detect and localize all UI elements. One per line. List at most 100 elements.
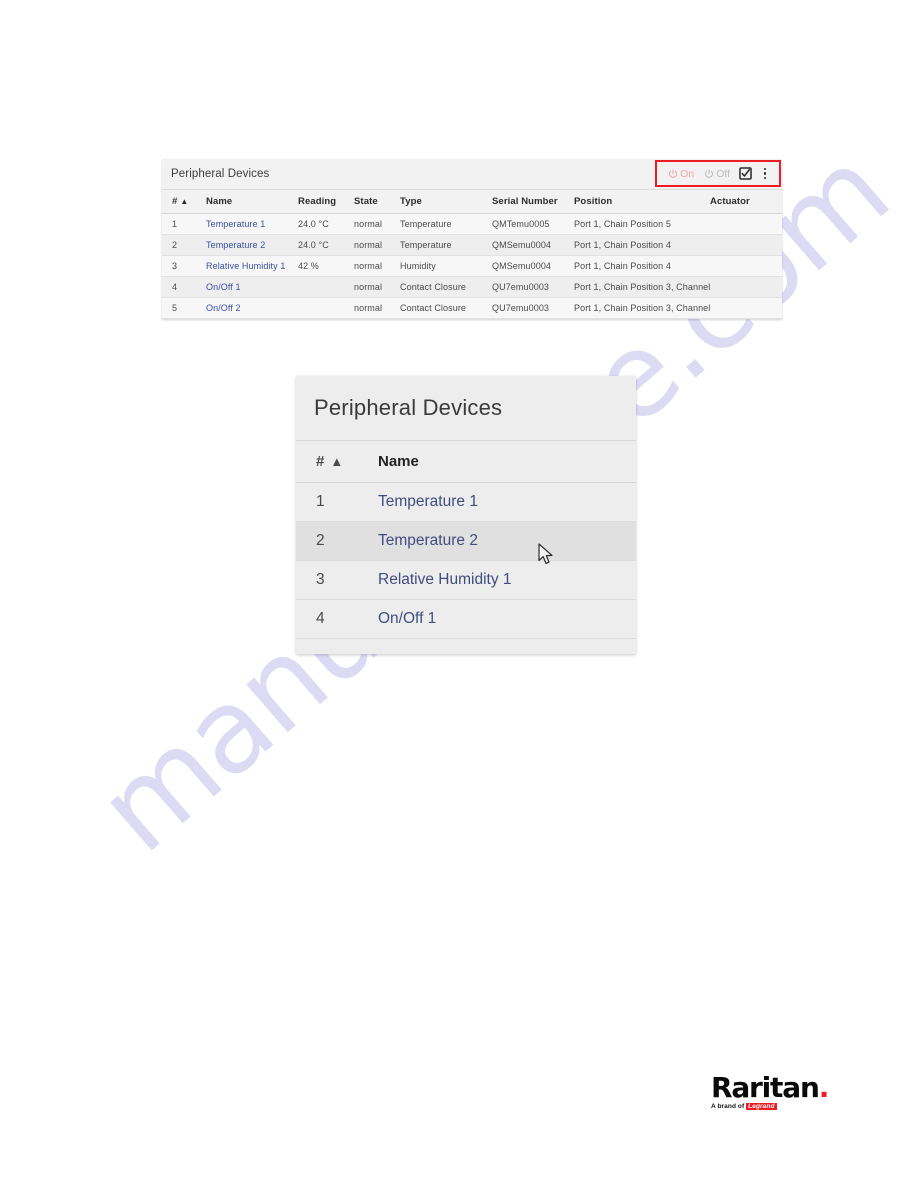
device-link[interactable]: Temperature 2 xyxy=(206,240,265,250)
cell-serial-number: QMTemu0005 xyxy=(492,213,574,235)
cell-state: normal xyxy=(354,213,400,235)
sort-ascending-icon: ▲ xyxy=(180,197,189,206)
table-header: # ▲ Name Reading State Type Serial Number… xyxy=(162,190,782,214)
column-header-state[interactable]: State xyxy=(354,190,400,214)
cell-number: 1 xyxy=(162,213,206,235)
column-header-position[interactable]: Position xyxy=(574,190,710,214)
cell-name[interactable]: Relative Humidity 1 xyxy=(206,255,298,277)
kebab-menu-icon xyxy=(757,163,773,184)
zoom-table-row[interactable]: 3 Relative Humidity 1 xyxy=(296,560,636,600)
checkbox-checked-icon xyxy=(738,167,752,180)
cell-number: 5 xyxy=(162,297,206,319)
table-row[interactable]: 5 On/Off 2 normal Contact Closure QU7emu0003… xyxy=(162,297,782,319)
peripheral-devices-zoom-panel: Peripheral Devices # ▲ Name 1 Temperature … xyxy=(296,376,636,654)
cell-serial-number: QU7emu0003 xyxy=(492,276,574,298)
select-all-button[interactable] xyxy=(735,163,755,184)
switch-on-button[interactable]: On xyxy=(663,163,699,184)
table-body: 1 Temperature 1 24.0 °C normal Temperature QM… xyxy=(162,213,782,319)
cell-position: Port 1, Chain Position 3, Channel 1 xyxy=(574,276,710,298)
cell-actuator xyxy=(710,234,782,256)
peripheral-devices-table: # ▲ Name Reading State Type Serial Number… xyxy=(162,190,782,319)
table-row[interactable]: 4 On/Off 1 normal Contact Closure QU7emu0003… xyxy=(162,276,782,298)
cell-state: normal xyxy=(354,255,400,277)
cell-state: normal xyxy=(354,297,400,319)
cell-serial-number: QMSemu0004 xyxy=(492,234,574,256)
zoom-column-header-number[interactable]: # ▲ xyxy=(296,441,378,483)
raritan-wordmark: Raritan. xyxy=(711,1074,829,1102)
switch-off-button[interactable]: Off xyxy=(699,163,735,184)
zoom-column-header-name[interactable]: Name xyxy=(378,441,636,483)
zoom-cell-name[interactable]: On/Off 1 xyxy=(378,599,636,639)
column-header-name[interactable]: Name xyxy=(206,190,298,214)
table-row[interactable]: 2 Temperature 2 24.0 °C normal Temperature QM… xyxy=(162,234,782,256)
column-header-reading[interactable]: Reading xyxy=(298,190,354,214)
cell-name[interactable]: On/Off 1 xyxy=(206,276,298,298)
zoom-panel-title: Peripheral Devices xyxy=(314,395,503,420)
cell-reading xyxy=(298,297,354,319)
device-link[interactable]: On/Off 1 xyxy=(206,282,241,292)
table-header-row: # ▲ Name Reading State Type Serial Number… xyxy=(162,190,782,214)
column-header-number[interactable]: # ▲ xyxy=(162,190,206,214)
cell-number: 2 xyxy=(162,234,206,256)
cell-state: normal xyxy=(354,234,400,256)
column-header-type[interactable]: Type xyxy=(400,190,492,214)
cell-reading xyxy=(298,276,354,298)
cell-actuator xyxy=(710,255,782,277)
cell-reading: 42 % xyxy=(298,255,354,277)
peripheral-devices-panel: Peripheral Devices On Off # ▲ Name Readi… xyxy=(162,159,782,319)
panel-title: Peripheral Devices xyxy=(171,168,270,180)
zoom-cell-number: 2 xyxy=(296,521,378,561)
zoom-table-row[interactable]: 1 Temperature 1 xyxy=(296,482,636,522)
cell-type: Humidity xyxy=(400,255,492,277)
cell-actuator xyxy=(710,276,782,298)
panel-header: Peripheral Devices On Off xyxy=(162,159,782,190)
cell-reading: 24.0 °C xyxy=(298,213,354,235)
raritan-wordmark-text: Raritan xyxy=(711,1071,820,1104)
zoom-table-header-row: # ▲ Name xyxy=(296,441,636,483)
zoom-table-row[interactable]: 2 Temperature 2 xyxy=(296,521,636,561)
cell-position: Port 1, Chain Position 4 xyxy=(574,234,710,256)
cell-type: Temperature xyxy=(400,213,492,235)
zoom-table-row[interactable]: 4 On/Off 1 xyxy=(296,599,636,639)
raritan-tagline: A brand of Legrand xyxy=(711,1103,811,1110)
device-link[interactable]: Relative Humidity 1 xyxy=(206,261,285,271)
legrand-brand: Legrand xyxy=(746,1103,777,1110)
zoom-table-header: # ▲ Name xyxy=(296,441,636,483)
cell-position: Port 1, Chain Position 3, Channel 2 xyxy=(574,297,710,319)
cell-position: Port 1, Chain Position 5 xyxy=(574,213,710,235)
cell-state: normal xyxy=(354,276,400,298)
cell-type: Contact Closure xyxy=(400,276,492,298)
more-options-button[interactable] xyxy=(755,163,775,184)
zoom-cell-name[interactable]: Relative Humidity 1 xyxy=(378,560,636,600)
cell-name[interactable]: Temperature 1 xyxy=(206,213,298,235)
cell-serial-number: QU7emu0003 xyxy=(492,297,574,319)
zoom-cell-name[interactable]: Temperature 1 xyxy=(378,482,636,522)
tagline-prefix: A brand of xyxy=(711,1103,745,1110)
power-icon xyxy=(704,168,714,179)
cell-type: Temperature xyxy=(400,234,492,256)
cell-actuator xyxy=(710,297,782,319)
zoom-devices-table: # ▲ Name 1 Temperature 1 2 Temperature 2 3 Rel… xyxy=(296,441,636,639)
cell-name[interactable]: Temperature 2 xyxy=(206,234,298,256)
power-icon xyxy=(668,168,678,179)
cell-position: Port 1, Chain Position 4 xyxy=(574,255,710,277)
raritan-logo: Raritan. A brand of Legrand xyxy=(711,1074,829,1110)
panel-toolbar: On Off xyxy=(655,160,781,187)
column-header-actuator[interactable]: Actuator xyxy=(710,190,782,214)
zoom-cell-number: 1 xyxy=(296,482,378,522)
cell-actuator xyxy=(710,213,782,235)
switch-on-label: On xyxy=(680,167,695,180)
device-link[interactable]: Temperature 1 xyxy=(206,219,265,229)
cell-number: 3 xyxy=(162,255,206,277)
zoom-panel-header: Peripheral Devices xyxy=(296,376,636,441)
sort-ascending-icon: ▲ xyxy=(330,454,344,469)
device-link[interactable]: On/Off 2 xyxy=(206,303,241,313)
cell-number: 4 xyxy=(162,276,206,298)
zoom-cell-name[interactable]: Temperature 2 xyxy=(378,521,636,561)
column-header-serial-number[interactable]: Serial Number xyxy=(492,190,574,214)
table-row[interactable]: 1 Temperature 1 24.0 °C normal Temperature QM… xyxy=(162,213,782,235)
zoom-table-body: 1 Temperature 1 2 Temperature 2 3 Relative Hu… xyxy=(296,482,636,639)
table-row[interactable]: 3 Relative Humidity 1 42 % normal Humidity QM… xyxy=(162,255,782,277)
cell-name[interactable]: On/Off 2 xyxy=(206,297,298,319)
cell-type: Contact Closure xyxy=(400,297,492,319)
